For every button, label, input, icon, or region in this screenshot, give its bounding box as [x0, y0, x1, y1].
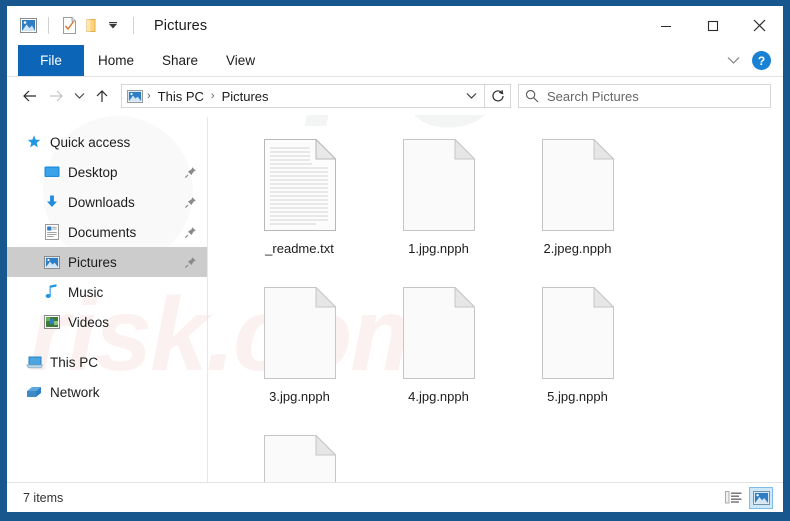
- large-icons-view-button[interactable]: [749, 486, 773, 509]
- help-question-icon[interactable]: ?: [752, 51, 771, 70]
- ribbon-tabs: File Home Share View ?: [7, 45, 783, 76]
- downloads-icon: [43, 193, 61, 211]
- blank-document-icon: [257, 429, 343, 482]
- view-mode-buttons: [721, 486, 773, 509]
- blank-document-icon: [396, 133, 482, 237]
- quick-access-toolbar: Pictures: [7, 15, 207, 37]
- music-note-icon: [43, 283, 61, 301]
- this-pc-icon: [25, 353, 43, 371]
- pin-icon[interactable]: [184, 226, 197, 239]
- file-grid: _readme.txt 1.jpg.npph 2.jpeg.npph 3.jpg…: [230, 129, 783, 482]
- blank-document-icon: [535, 133, 621, 237]
- pictures-icon: [43, 253, 61, 271]
- window-frame: PC risk.com: [0, 0, 790, 521]
- sidebar-item-music[interactable]: Music: [7, 277, 207, 307]
- sidebar-item-documents[interactable]: Documents: [7, 217, 207, 247]
- sidebar-item-pictures[interactable]: Pictures: [7, 247, 207, 277]
- customize-quick-access-icon[interactable]: [102, 15, 124, 37]
- pin-icon[interactable]: [184, 196, 197, 209]
- sidebar-item-network[interactable]: Network: [7, 377, 207, 407]
- toolbar-separator: [48, 17, 49, 34]
- breadcrumb-dropdown-icon[interactable]: [460, 85, 482, 107]
- sidebar-label: Downloads: [68, 194, 135, 210]
- file-name: 1.jpg.npph: [408, 241, 469, 256]
- blank-document-icon: [396, 281, 482, 385]
- file-name: 3.jpg.npph: [269, 389, 330, 404]
- blank-document-icon: [535, 281, 621, 385]
- tab-share[interactable]: Share: [148, 45, 212, 76]
- explorer-body: Quick access Desktop Downloads Documents…: [7, 115, 783, 482]
- pictures-icon: [127, 89, 143, 103]
- sidebar-item-downloads[interactable]: Downloads: [7, 187, 207, 217]
- properties-icon[interactable]: [58, 15, 80, 37]
- pictures-folder-icon[interactable]: [17, 15, 39, 37]
- sidebar-item-videos[interactable]: Videos: [7, 307, 207, 337]
- window-controls: [642, 6, 783, 45]
- network-icon: [25, 383, 43, 401]
- pin-icon[interactable]: [184, 166, 197, 179]
- toolbar-separator-2: [133, 17, 134, 34]
- sidebar-label: Pictures: [68, 254, 117, 270]
- videos-icon: [43, 313, 61, 331]
- status-bar: 7 items: [7, 482, 783, 512]
- address-bar: › This PC › Pictures Search Pictures: [7, 77, 783, 115]
- file-name: 5.jpg.npph: [547, 389, 608, 404]
- file-name: 4.jpg.npph: [408, 389, 469, 404]
- file-item[interactable]: _readme.txt: [230, 129, 369, 277]
- minimize-button[interactable]: [642, 6, 689, 45]
- file-item[interactable]: 6.jpg.npph: [230, 425, 369, 482]
- arrow-up-icon[interactable]: [89, 83, 115, 109]
- tab-view[interactable]: View: [212, 45, 269, 76]
- details-view-button[interactable]: [721, 487, 745, 509]
- arrow-right-icon: [43, 83, 69, 109]
- documents-icon: [43, 223, 61, 241]
- help-label: ?: [757, 53, 766, 68]
- star-icon: [25, 133, 43, 151]
- breadcrumb-item-pictures[interactable]: Pictures: [219, 89, 272, 104]
- sidebar-label: Network: [50, 384, 100, 400]
- arrow-left-icon[interactable]: [17, 83, 43, 109]
- close-button[interactable]: [736, 6, 783, 45]
- desktop-icon: [43, 163, 61, 181]
- navigation-pane: Quick access Desktop Downloads Documents…: [7, 115, 207, 482]
- text-document-icon: [257, 133, 343, 237]
- sidebar-label: Music: [68, 284, 104, 300]
- file-item[interactable]: 2.jpeg.npph: [508, 129, 647, 277]
- sidebar-item-quick-access[interactable]: Quick access: [7, 127, 207, 157]
- chevron-down-icon[interactable]: [722, 50, 744, 72]
- sidebar-item-desktop[interactable]: Desktop: [7, 157, 207, 187]
- refresh-icon[interactable]: [485, 84, 511, 108]
- file-item[interactable]: 5.jpg.npph: [508, 277, 647, 425]
- breadcrumb-separator-1: ›: [147, 90, 151, 102]
- file-name: _readme.txt: [265, 241, 334, 256]
- maximize-button[interactable]: [689, 6, 736, 45]
- file-list-view[interactable]: _readme.txt 1.jpg.npph 2.jpeg.npph 3.jpg…: [208, 115, 783, 482]
- sidebar-label: Videos: [68, 314, 110, 330]
- new-folder-icon[interactable]: [80, 15, 102, 37]
- breadcrumb-separator-2[interactable]: ›: [207, 90, 219, 102]
- sidebar-item-this-pc[interactable]: This PC: [7, 347, 207, 377]
- search-placeholder: Search Pictures: [547, 88, 639, 104]
- breadcrumb[interactable]: › This PC › Pictures: [121, 84, 485, 108]
- search-icon: [525, 89, 539, 103]
- pin-icon[interactable]: [184, 256, 197, 269]
- blank-document-icon: [257, 281, 343, 385]
- breadcrumb-item-this-pc[interactable]: This PC: [155, 89, 207, 104]
- explorer-window: PC risk.com: [7, 6, 783, 512]
- file-item[interactable]: 1.jpg.npph: [369, 129, 508, 277]
- file-name: 2.jpeg.npph: [543, 241, 612, 256]
- sidebar-label: Documents: [68, 224, 137, 240]
- recent-locations-icon[interactable]: [69, 83, 89, 109]
- title-bar: Pictures: [7, 6, 783, 45]
- sidebar-label: Quick access: [50, 134, 131, 150]
- sidebar-label: Desktop: [68, 164, 118, 180]
- search-input[interactable]: Search Pictures: [518, 84, 771, 108]
- file-item[interactable]: 4.jpg.npph: [369, 277, 508, 425]
- window-title: Pictures: [154, 17, 208, 34]
- tab-home[interactable]: Home: [84, 45, 148, 76]
- file-item[interactable]: 3.jpg.npph: [230, 277, 369, 425]
- sidebar-label: This PC: [50, 354, 99, 370]
- tab-file[interactable]: File: [18, 45, 84, 76]
- item-count: 7 items: [23, 490, 64, 505]
